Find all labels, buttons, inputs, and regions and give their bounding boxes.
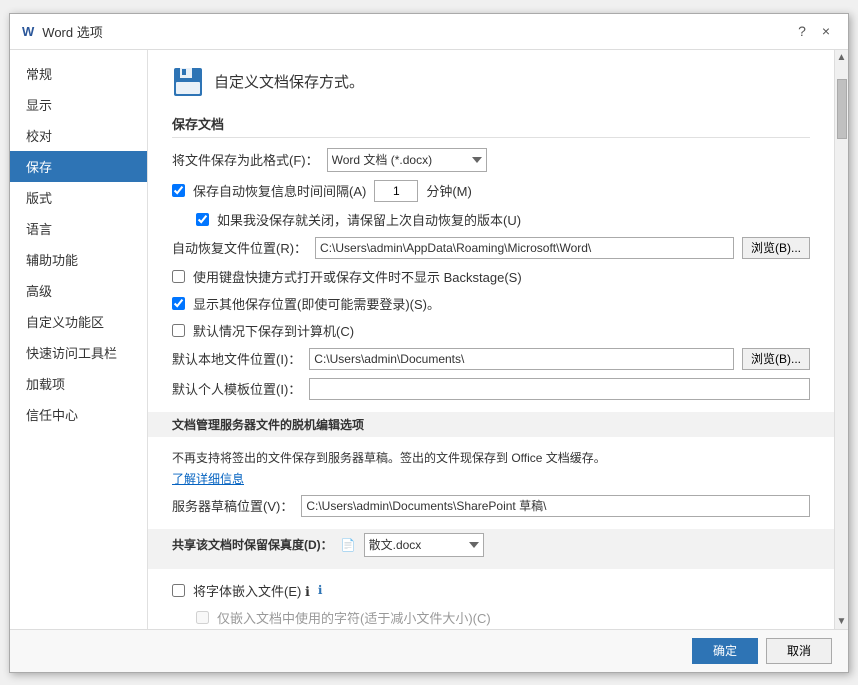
share-label: 共享该文档时保留保真度(D)： [172,536,333,553]
sidebar-item-layout[interactable]: 版式 [10,182,147,213]
keep-version-checkbox[interactable] [196,213,209,226]
scrollbar-thumb[interactable] [837,79,847,139]
server-location-row: 服务器草稿位置(V)： [172,495,810,517]
embed-fonts-row: 将字体嵌入文件(E) ℹ ℹ [172,581,810,600]
share-file-select[interactable]: 散文.docx [364,533,484,557]
server-location-label: 服务器草稿位置(V)： [172,496,293,515]
title-bar: W Word 选项 ? × [10,14,848,50]
sidebar-item-customize-ribbon[interactable]: 自定义功能区 [10,306,147,337]
app-logo: W [22,24,34,39]
sidebar-item-trust-center[interactable]: 信任中心 [10,399,147,430]
cancel-button[interactable]: 取消 [766,638,832,664]
format-select[interactable]: Word 文档 (*.docx) [327,148,487,172]
word-options-dialog: W Word 选项 ? × 常规 显示 校对 保存 版式 语言 辅助功能 高级 … [9,13,849,673]
scroll-up-button[interactable]: ▲ [837,52,847,63]
server-path-input[interactable] [301,495,810,517]
default-template-row: 默认个人模板位置(I)： [172,378,810,400]
autosave-unit: 分钟(M) [426,181,472,200]
keep-version-row: 如果我没保存就关闭，请保留上次自动恢复的版本(U) [172,210,810,229]
keyboard-shortcut-row: 使用键盘快捷方式打开或保存文件时不显示 Backstage(S) [172,267,810,286]
main-content: 自定义文档保存方式。 保存文档 将文件保存为此格式(F)： Word 文档 (*… [148,50,834,629]
embed-only-used-checkbox[interactable] [196,611,209,624]
default-template-input[interactable] [309,378,810,400]
keep-version-label: 如果我没保存就关闭，请保留上次自动恢复的版本(U) [217,210,521,229]
sidebar-item-language[interactable]: 语言 [10,213,147,244]
sidebar: 常规 显示 校对 保存 版式 语言 辅助功能 高级 自定义功能区 快速访问工具栏… [10,50,148,629]
show-other-locations-label: 显示其他保存位置(即使可能需要登录)(S)。 [193,294,440,313]
sidebar-item-proofing[interactable]: 校对 [10,120,147,151]
ok-button[interactable]: 确定 [692,638,758,664]
sidebar-item-general[interactable]: 常规 [10,58,147,89]
embed-fonts-checkbox[interactable] [172,584,185,597]
scroll-down-button[interactable]: ▼ [837,616,847,627]
show-other-locations-row: 显示其他保存位置(即使可能需要登录)(S)。 [172,294,810,313]
embed-fonts-label: 将字体嵌入文件(E) ℹ [193,581,310,600]
title-bar-right: ? × [792,21,836,41]
default-location-label: 默认本地文件位置(I)： [172,349,301,368]
save-docs-group-label: 保存文档 [172,114,810,138]
default-local-label: 默认情况下保存到计算机(C) [193,321,354,340]
keyboard-shortcut-checkbox[interactable] [172,270,185,283]
sidebar-item-save[interactable]: 保存 [10,151,147,182]
dialog-footer: 确定 取消 [10,629,848,672]
autosave-row: 保存自动恢复信息时间间隔(A) 分钟(M) [172,180,810,202]
sidebar-item-quick-access[interactable]: 快速访问工具栏 [10,337,147,368]
server-section-label: 文档管理服务器文件的脱机编辑选项 [148,412,834,437]
default-template-label: 默认个人模板位置(I)： [172,379,301,398]
sidebar-item-accessibility[interactable]: 辅助功能 [10,244,147,275]
default-local-row: 默认情况下保存到计算机(C) [172,321,810,340]
browse1-button[interactable]: 浏览(B)... [742,237,810,259]
section-title: 自定义文档保存方式。 [214,71,364,92]
default-location-input[interactable] [309,348,734,370]
dialog-title: Word 选项 [42,22,102,41]
dialog-body: 常规 显示 校对 保存 版式 语言 辅助功能 高级 自定义功能区 快速访问工具栏… [10,50,848,629]
help-button[interactable]: ? [792,21,812,41]
show-other-locations-checkbox[interactable] [172,297,185,310]
save-icon [172,66,204,98]
learn-more-link[interactable]: 了解详细信息 [172,472,244,486]
autorecover-row: 自动恢复文件位置(R)： 浏览(B)... [172,237,810,259]
sidebar-item-addins[interactable]: 加载项 [10,368,147,399]
share-section-divider: 共享该文档时保留保真度(D)： 📄 散文.docx [148,529,834,569]
embed-only-used-row: 仅嵌入文档中使用的字符(适于减小文件大小)(C) [172,608,810,627]
close-button[interactable]: × [816,21,836,41]
autorecover-label: 自动恢复文件位置(R)： [172,238,307,257]
format-label: 将文件保存为此格式(F)： [172,150,319,169]
scrollbar[interactable]: ▲ ▼ [834,50,848,629]
share-row: 共享该文档时保留保真度(D)： 📄 散文.docx [172,533,810,557]
title-bar-left: W Word 选项 [22,22,103,41]
autosave-input[interactable] [374,180,418,202]
autosave-checkbox[interactable] [172,184,185,197]
section-header: 自定义文档保存方式。 [172,66,810,98]
keyboard-shortcut-label: 使用键盘快捷方式打开或保存文件时不显示 Backstage(S) [193,267,522,286]
autosave-label: 保存自动恢复信息时间间隔(A) [193,181,366,200]
default-local-checkbox[interactable] [172,324,185,337]
doc-icon: 📄 [341,538,356,552]
embed-only-used-label: 仅嵌入文档中使用的字符(适于减小文件大小)(C) [217,608,491,627]
browse2-button[interactable]: 浏览(B)... [742,348,810,370]
format-row: 将文件保存为此格式(F)： Word 文档 (*.docx) [172,148,810,172]
sidebar-item-advanced[interactable]: 高级 [10,275,147,306]
embed-fonts-info-icon[interactable]: ℹ [318,583,323,597]
default-location-row: 默认本地文件位置(I)： 浏览(B)... [172,348,810,370]
server-info-text: 不再支持将签出的文件保存到服务器草稿。签出的文件现保存到 Office 文档缓存… [172,449,810,466]
autorecover-path-input[interactable] [315,237,734,259]
sidebar-item-display[interactable]: 显示 [10,89,147,120]
